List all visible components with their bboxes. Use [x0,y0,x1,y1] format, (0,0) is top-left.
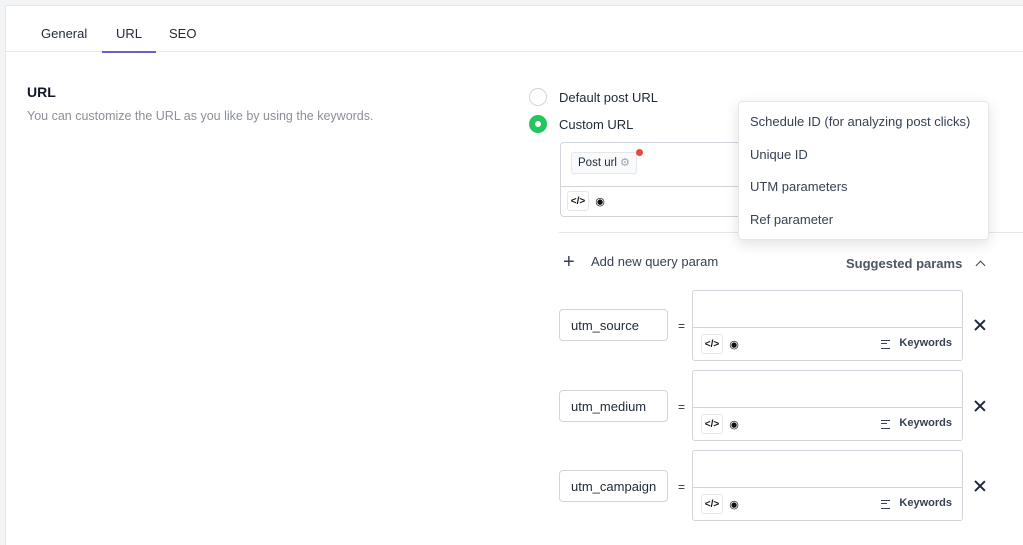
keywords-label: Keywords [899,497,952,509]
suggested-params-label: Suggested params [846,256,963,271]
suggested-params-toggle[interactable]: Suggested params [846,256,986,271]
section-title: URL [27,84,56,100]
code-view-icon[interactable]: </> [567,191,589,211]
menu-item-schedule-id[interactable]: Schedule ID (for analyzing post clicks) [750,114,970,129]
menu-item-unique-id[interactable]: Unique ID [750,147,808,162]
equals-sign: = [678,400,686,414]
param-name-input[interactable] [559,390,668,422]
tab-seo[interactable]: SEO [169,6,196,52]
radio-default-post-url[interactable]: Default post URL [529,87,658,107]
code-view-icon[interactable]: </> [701,414,723,434]
editor-footer: </> ◉ Keywords [693,327,962,360]
notification-dot [636,149,643,156]
eye-icon[interactable]: ◉ [723,414,745,434]
menu-item-utm-parameters[interactable]: UTM parameters [750,179,848,194]
keywords-icon [881,499,892,509]
view-toggle: </> ◉ [701,494,745,514]
remove-param-icon[interactable] [972,317,988,333]
add-query-param-label: Add new query param [591,254,719,269]
view-toggle: </> ◉ [567,191,611,211]
plus-icon: + [563,250,575,273]
param-value-editor[interactable]: </> ◉ Keywords [692,290,963,361]
param-value-editor[interactable]: </> ◉ Keywords [692,450,963,521]
menu-item-ref-parameter[interactable]: Ref parameter [750,212,833,227]
section-description: You can customize the URL as you like by… [27,109,374,123]
eye-icon[interactable]: ◉ [723,494,745,514]
chip-label: Post url [578,157,617,169]
editor-footer: </> ◉ [561,186,759,216]
suggested-params-menu: Schedule ID (for analyzing post clicks) … [738,101,989,240]
equals-sign: = [678,480,686,494]
radio-label: Default post URL [559,89,658,105]
keywords-button[interactable]: Keywords [881,337,952,349]
tab-url[interactable]: URL [101,6,157,53]
keywords-icon [881,419,892,429]
view-toggle: </> ◉ [701,414,745,434]
gear-icon[interactable]: ⚙ [620,153,630,173]
keywords-button[interactable]: Keywords [881,497,952,509]
keywords-icon [881,339,892,349]
settings-panel: General URL SEO URL You can customize th… [5,5,1023,545]
editor-footer: </> ◉ Keywords [693,407,962,440]
keywords-button[interactable]: Keywords [881,417,952,429]
eye-icon[interactable]: ◉ [589,191,611,211]
keyword-chip-post-url[interactable]: Post url ⚙ [571,152,637,174]
tab-general[interactable]: General [41,6,87,52]
remove-param-icon[interactable] [972,398,988,414]
param-name-input[interactable] [559,309,668,341]
chevron-up-icon [974,258,986,270]
radio-custom-url[interactable]: Custom URL [529,114,633,134]
equals-sign: = [678,319,686,333]
radio-label: Custom URL [559,116,634,132]
editor-footer: </> ◉ Keywords [693,487,962,520]
code-view-icon[interactable]: </> [701,494,723,514]
param-name-input[interactable] [559,470,668,502]
view-toggle: </> ◉ [701,334,745,354]
radio-button-selected[interactable] [529,115,547,133]
remove-param-icon[interactable] [972,478,988,494]
custom-url-editor[interactable]: Post url ⚙ </> ◉ [560,142,760,217]
tab-bar: General URL SEO [6,6,1023,53]
code-view-icon[interactable]: </> [701,334,723,354]
keywords-label: Keywords [899,417,952,429]
eye-icon[interactable]: ◉ [723,334,745,354]
radio-button[interactable] [529,88,547,106]
param-value-editor[interactable]: </> ◉ Keywords [692,370,963,441]
keywords-label: Keywords [899,337,952,349]
add-query-param-button[interactable]: + Add new query param [563,250,719,273]
